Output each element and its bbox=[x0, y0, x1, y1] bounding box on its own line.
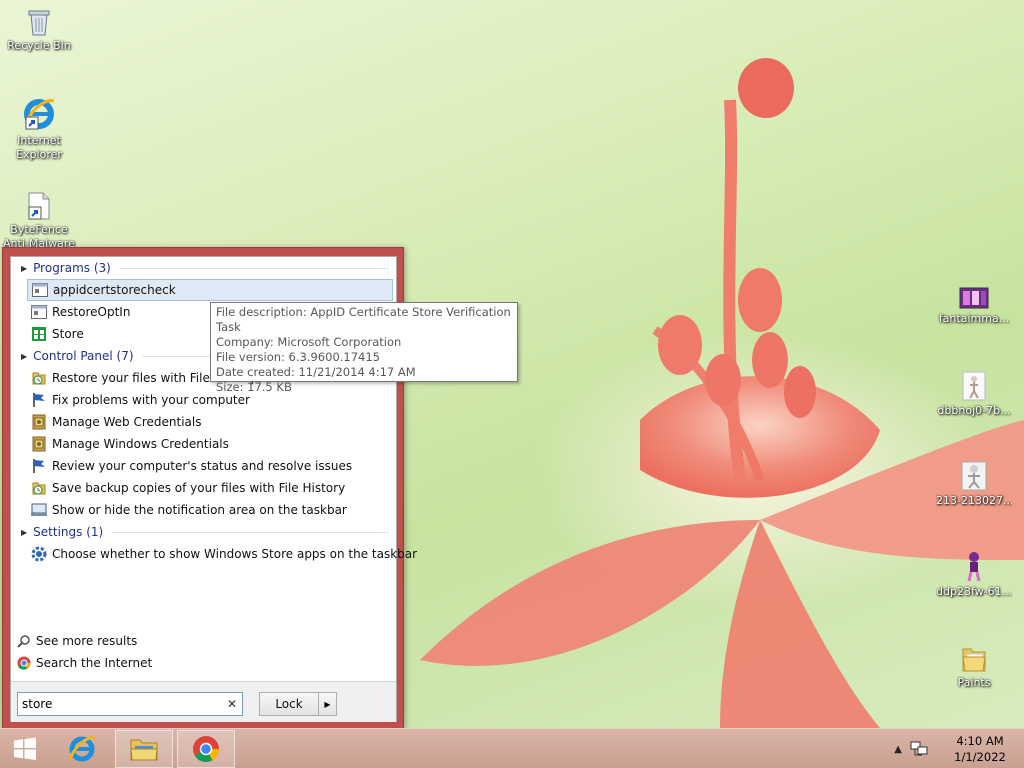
result-label: Manage Windows Credentials bbox=[52, 437, 229, 451]
system-tray: ▲ 4:10 AM 1/1/2022 bbox=[894, 729, 1024, 768]
desktop-icon-paints-folder[interactable]: Paints bbox=[936, 645, 1012, 690]
desktop-icon-file-1[interactable]: fantaimma... bbox=[936, 287, 1012, 326]
divider bbox=[111, 531, 388, 533]
taskbar-file-explorer[interactable] bbox=[115, 730, 173, 768]
search-icon bbox=[17, 634, 31, 648]
clear-search-icon[interactable]: ✕ bbox=[227, 697, 237, 711]
result-notification-area[interactable]: Show or hide the notification area on th… bbox=[27, 499, 393, 521]
recycle-bin-icon bbox=[28, 10, 50, 36]
app-window-icon bbox=[32, 282, 48, 298]
group-title: Control Panel (7) bbox=[33, 349, 134, 363]
image-thumbnail-icon bbox=[962, 371, 986, 401]
result-label: appidcertstorecheck bbox=[53, 283, 176, 297]
see-more-results-link[interactable]: See more results bbox=[17, 630, 137, 652]
tooltip-line: Date created: 11/21/2014 4:17 AM bbox=[216, 365, 416, 379]
tooltip-line: Size: 17.5 KB bbox=[216, 380, 292, 394]
tooltip-line: Company: Microsoft Corporation bbox=[216, 335, 402, 349]
desktop-icon-label: Recycle Bin bbox=[7, 39, 71, 52]
desktop-icon-label: dbbnoj0-7b... bbox=[937, 404, 1011, 417]
tooltip-line: File version: 6.3.9600.17415 bbox=[216, 350, 380, 364]
power-button[interactable]: Lock ▶ bbox=[259, 692, 337, 716]
action-center-flag-icon bbox=[31, 458, 47, 474]
chrome-icon bbox=[193, 736, 220, 763]
result-label: Store bbox=[52, 327, 84, 341]
result-label: Manage Web Credentials bbox=[52, 415, 202, 429]
start-button[interactable] bbox=[0, 730, 50, 768]
taskbar-internet-explorer[interactable] bbox=[53, 730, 111, 768]
group-title: Settings (1) bbox=[33, 525, 104, 539]
result-label: Show or hide the notification area on th… bbox=[52, 503, 347, 517]
action-center-flag-icon bbox=[31, 392, 47, 408]
file-shortcut-icon bbox=[28, 192, 50, 220]
search-input[interactable] bbox=[22, 697, 218, 711]
search-internet-link[interactable]: Search the Internet bbox=[17, 652, 152, 674]
file-history-icon bbox=[31, 480, 47, 496]
windows-logo-icon bbox=[14, 737, 36, 760]
internet-explorer-icon bbox=[24, 99, 55, 130]
store-icon bbox=[31, 326, 47, 342]
image-thumbnail-icon bbox=[967, 552, 981, 582]
result-label: Review your computer's status and resolv… bbox=[52, 459, 353, 473]
desktop-icon-label: fantaimma... bbox=[938, 312, 1010, 325]
result-manage-web-credentials[interactable]: Manage Web Credentials bbox=[27, 411, 393, 433]
network-icon[interactable] bbox=[910, 741, 928, 757]
image-thumbnail-icon bbox=[961, 461, 987, 491]
file-history-icon bbox=[31, 370, 47, 386]
taskbar: ▲ 4:10 AM 1/1/2022 bbox=[0, 728, 1024, 768]
desktop-icon-label: Paints bbox=[957, 676, 991, 689]
clock-date: 1/1/2022 bbox=[954, 750, 1006, 764]
power-options-arrow-icon[interactable]: ▶ bbox=[318, 693, 336, 715]
expand-triangle-icon: ▶ bbox=[21, 351, 28, 361]
clock-time: 4:10 AM bbox=[956, 734, 1004, 748]
result-label: RestoreOptIn bbox=[52, 305, 131, 319]
result-review-computer-status[interactable]: Review your computer's status and resolv… bbox=[27, 455, 393, 477]
result-label: Save backup copies of your files with Fi… bbox=[52, 481, 346, 495]
result-manage-windows-credentials[interactable]: Manage Windows Credentials bbox=[27, 433, 393, 455]
tooltip-line: File description: AppID Certificate Stor… bbox=[216, 305, 511, 334]
desktop-icon-file-2[interactable]: dbbnoj0-7b... bbox=[936, 371, 1012, 418]
chrome-icon bbox=[17, 656, 31, 670]
result-save-backup-file-history[interactable]: Save backup copies of your files with Fi… bbox=[27, 477, 393, 499]
desktop-icon-label: ByteFence bbox=[10, 223, 68, 236]
desktop-icon-label: 213-213027... bbox=[936, 494, 1012, 507]
file-info-tooltip: File description: AppID Certificate Stor… bbox=[210, 302, 518, 394]
settings-gear-icon bbox=[31, 546, 47, 562]
lock-button[interactable]: Lock bbox=[260, 693, 318, 715]
desktop-icon-file-3[interactable]: 213-213027... bbox=[936, 461, 1012, 508]
desktop-icon-file-4[interactable]: ddp23fw-61... bbox=[936, 550, 1012, 599]
desktop-icon-label: Internet bbox=[17, 134, 61, 147]
search-box[interactable]: ✕ bbox=[17, 692, 243, 716]
desktop-icon-recycle-bin[interactable]: Recycle Bin bbox=[1, 6, 77, 53]
desktop-icon-label: ddp23fw-61... bbox=[936, 585, 1012, 598]
taskbar-clock[interactable]: 4:10 AM 1/1/2022 bbox=[936, 733, 1024, 765]
result-label: Fix problems with your computer bbox=[52, 393, 250, 407]
desktop-icon-bytefence[interactable]: ByteFence Anti-Malware bbox=[1, 192, 77, 251]
result-appidcertstorecheck[interactable]: appidcertstorecheck bbox=[27, 279, 393, 301]
group-header-settings[interactable]: ▶ Settings (1) bbox=[11, 522, 398, 542]
result-label: Choose whether to show Windows Store app… bbox=[52, 547, 418, 561]
group-title: Programs (3) bbox=[33, 261, 111, 275]
expand-triangle-icon: ▶ bbox=[21, 263, 28, 273]
internet-explorer-icon bbox=[68, 736, 96, 762]
search-row: ✕ Lock ▶ bbox=[11, 681, 396, 722]
credential-manager-icon bbox=[31, 414, 47, 430]
link-label: See more results bbox=[36, 634, 138, 648]
taskbar-chrome[interactable] bbox=[177, 730, 235, 768]
app-window-icon bbox=[31, 304, 47, 320]
credential-manager-icon bbox=[31, 436, 47, 452]
file-explorer-folder-icon bbox=[130, 739, 158, 761]
expand-triangle-icon: ▶ bbox=[21, 527, 28, 537]
show-hidden-icons-arrow[interactable]: ▲ bbox=[894, 744, 902, 755]
link-label: Search the Internet bbox=[36, 656, 153, 670]
notification-area-icon bbox=[31, 502, 47, 518]
desktop-icon-internet-explorer[interactable]: Internet Explorer bbox=[1, 97, 77, 162]
group-header-programs[interactable]: ▶ Programs (3) bbox=[11, 258, 398, 278]
image-thumbnail-icon bbox=[959, 287, 989, 309]
result-windows-store-apps-taskbar[interactable]: Choose whether to show Windows Store app… bbox=[27, 543, 417, 565]
divider bbox=[118, 267, 388, 269]
folder-icon bbox=[962, 648, 986, 672]
desktop-icon-label: Explorer bbox=[16, 148, 62, 161]
